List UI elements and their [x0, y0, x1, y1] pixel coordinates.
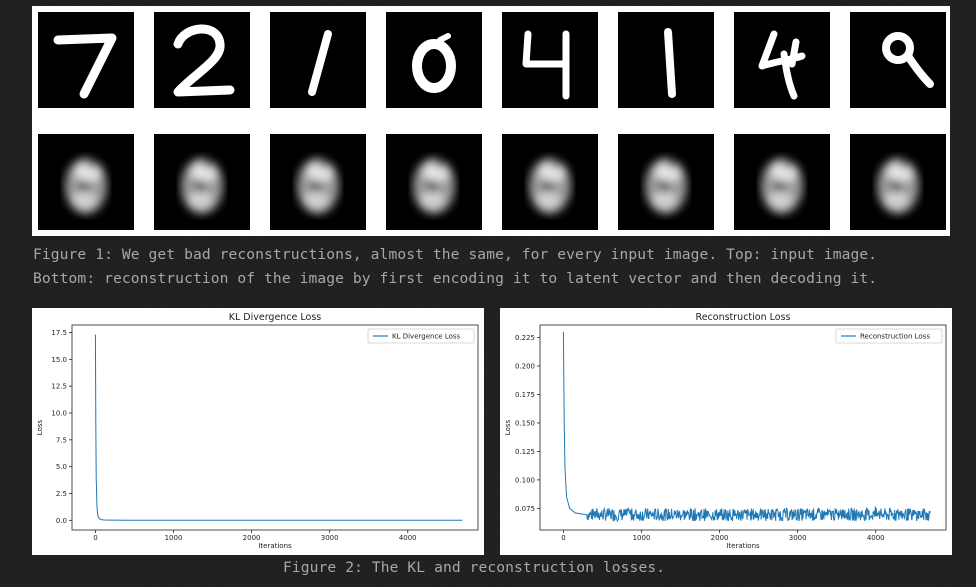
x-tick-label: 2000: [243, 534, 261, 542]
x-tick-label: 4000: [399, 534, 417, 542]
y-tick-label: 0.150: [515, 419, 535, 427]
plot-frame: [539, 324, 947, 531]
y-tick-label: 12.5: [51, 383, 67, 391]
input-digit-image: [270, 12, 366, 108]
figure1-caption-line1: Figure 1: We get bad reconstructions, al…: [33, 246, 878, 263]
x-tick-label: 1000: [633, 534, 651, 542]
x-tick-label: 2000: [711, 534, 729, 542]
x-tick-label: 4000: [867, 534, 885, 542]
y-tick-label: 5.0: [56, 463, 67, 471]
input-digit-image: [734, 12, 830, 108]
x-tick-label: 1000: [165, 534, 183, 542]
input-digit-image: [850, 12, 946, 108]
chart-title: Reconstruction Loss: [696, 312, 791, 323]
y-tick-label: 10.0: [51, 410, 67, 418]
reconstruction-loss-chart: Reconstruction Loss 0 1000 2000 3000 4000 0.07…: [504, 312, 947, 550]
reconstructed-digit-image: [850, 134, 946, 230]
input-digit-image: [386, 12, 482, 108]
reconstructed-digit-image: [618, 134, 714, 230]
y-tick-label: 0.125: [515, 448, 535, 456]
y-tick-label: 0.225: [515, 334, 535, 342]
y-tick-label: 17.5: [51, 329, 67, 337]
x-tick-label: 3000: [321, 534, 339, 542]
loss-series-line: [94, 334, 463, 521]
loss-series-line: [562, 331, 931, 523]
figure2-caption: Figure 2: The KL and reconstruction loss…: [283, 559, 666, 576]
reconstructed-digit-image: [502, 134, 598, 230]
y-tick-label: 0.175: [515, 391, 535, 399]
y-tick-label: 2.5: [56, 490, 67, 498]
y-axis-label: Loss: [36, 419, 44, 435]
y-tick-label: 15.0: [51, 356, 67, 364]
input-digit-image: [154, 12, 250, 108]
y-axis-label: Loss: [504, 419, 512, 435]
y-tick-label: 7.5: [56, 436, 67, 444]
reconstructed-digit-image: [386, 134, 482, 230]
kl-loss-plot: KL Divergence Loss 0 1000 2000 3000 4000 0.0 2.…: [32, 308, 484, 555]
figure1-caption-line2: Bottom: reconstruction of the image by f…: [33, 270, 878, 287]
y-tick-label: 0.100: [515, 476, 535, 484]
legend-label: Reconstruction Loss: [860, 333, 930, 341]
x-tick-label: 0: [561, 534, 565, 542]
reconstructed-digit-image: [38, 134, 134, 230]
x-tick-label: 3000: [789, 534, 807, 542]
kl-loss-chart: KL Divergence Loss 0 1000 2000 3000 4000 0.0 2.…: [36, 312, 479, 550]
y-tick-label: 0.200: [515, 363, 535, 371]
input-digit-image: [618, 12, 714, 108]
y-tick-label: 0.0: [56, 517, 67, 525]
reconstructed-digit-image: [734, 134, 830, 230]
x-axis-label: Iterations: [258, 542, 292, 550]
plot-frame: [71, 324, 479, 531]
input-digit-image: [38, 12, 134, 108]
reconstruction-figure: [32, 6, 950, 236]
y-tick-label: 0.075: [515, 505, 535, 513]
reconstructed-digit-image: [154, 134, 250, 230]
x-tick-label: 0: [93, 534, 97, 542]
reconstructed-digit-image: [270, 134, 366, 230]
chart-title: KL Divergence Loss: [229, 312, 322, 323]
reconstruction-loss-plot: Reconstruction Loss 0 1000 2000 3000 4000 0.07…: [500, 308, 952, 555]
x-axis-label: Iterations: [726, 542, 760, 550]
input-digit-image: [502, 12, 598, 108]
legend-label: KL Divergence Loss: [392, 333, 461, 341]
